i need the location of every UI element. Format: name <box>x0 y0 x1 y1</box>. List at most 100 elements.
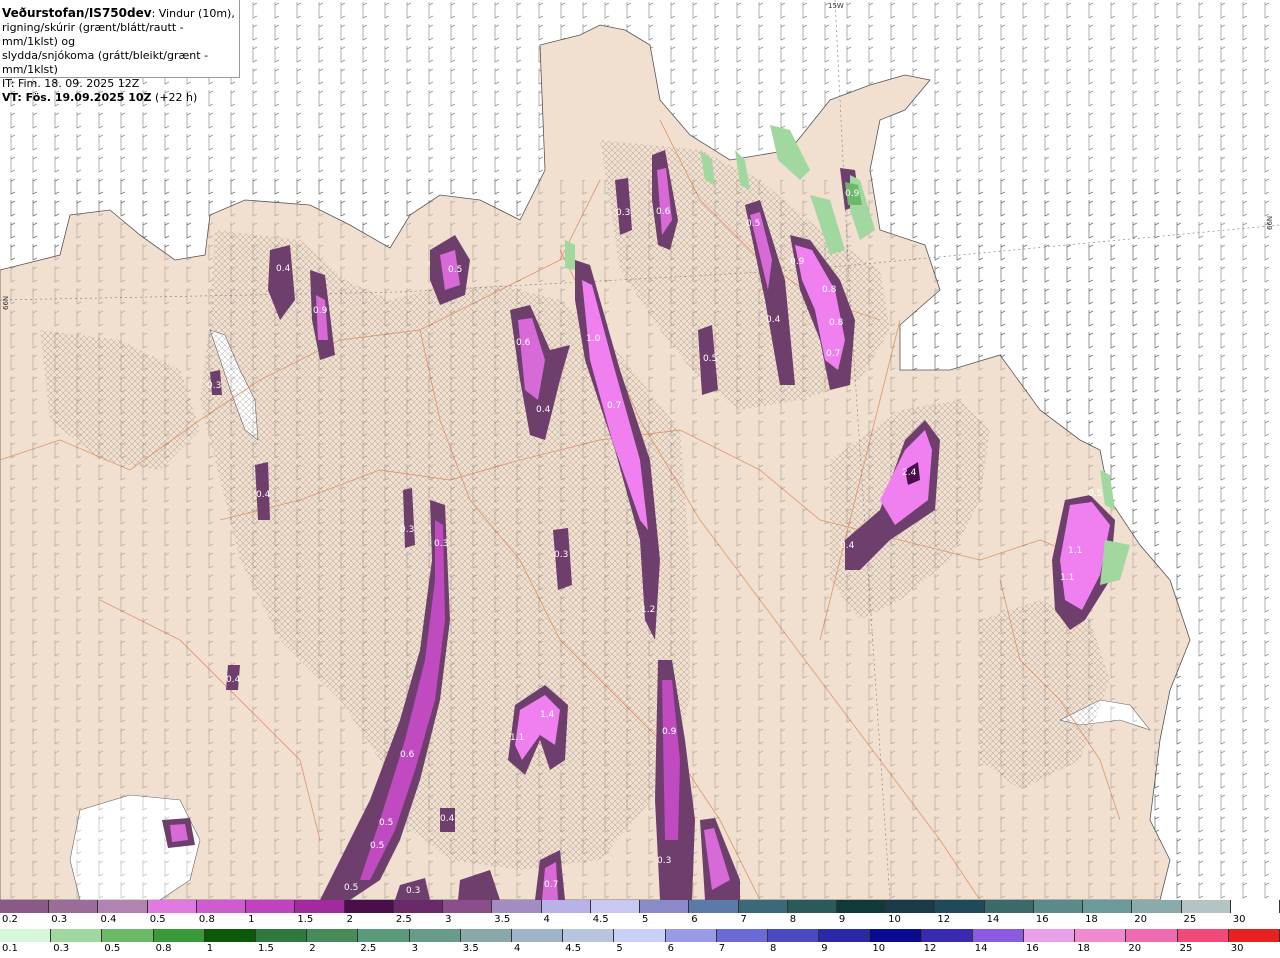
legend-swatch <box>984 900 1034 913</box>
legend-swatch <box>972 929 1025 942</box>
legend-label: 0.5 <box>104 943 121 954</box>
legend-swatch <box>787 900 837 913</box>
legend-swatch <box>147 900 197 913</box>
value-label: 1.2 <box>641 605 655 615</box>
value-label: 1.1 <box>1060 573 1074 583</box>
legend-label: 2 <box>346 914 353 925</box>
legend-swatch <box>98 900 148 913</box>
legend-label: 9 <box>821 943 828 954</box>
grid-label-lon: 15W <box>828 2 844 10</box>
rain-legend-swatches <box>0 929 1280 942</box>
value-label: 0.7 <box>544 880 558 890</box>
legend-label: 18 <box>1077 943 1090 954</box>
legend-swatch <box>1132 900 1182 913</box>
legend-label: 0.1 <box>2 943 18 954</box>
legend-label: 2.5 <box>395 914 412 925</box>
grid-label-lat-right: 66N <box>1266 216 1274 230</box>
legend-label: 12 <box>923 943 937 954</box>
value-label: 0.4 <box>276 264 291 274</box>
legend-swatch <box>541 900 591 913</box>
value-label: 0.3 <box>406 886 420 896</box>
legend-swatch <box>196 900 247 913</box>
value-label: 0.9 <box>790 257 805 267</box>
value-label: 0.3 <box>400 525 414 535</box>
value-label: 0.4 <box>766 315 781 325</box>
value-label: 0.5 <box>370 841 384 851</box>
legend-swatch <box>563 929 615 942</box>
legend-label: 3.5 <box>494 914 511 925</box>
legend-swatch <box>307 929 359 942</box>
legend-swatch <box>204 929 257 942</box>
legend-label: 1.5 <box>297 914 314 925</box>
legend-swatch <box>512 929 564 942</box>
legend-swatch <box>1177 929 1229 942</box>
initial-time: IT: Fim. 18. 09. 2025 12Z <box>2 77 140 90</box>
legend-swatch <box>1033 900 1084 913</box>
legend-swatch <box>1181 900 1231 913</box>
value-label: 0.4 <box>840 541 855 551</box>
legend-swatch <box>409 929 461 942</box>
legend-label: 0.3 <box>53 943 70 954</box>
legend-label: 10 <box>888 914 901 925</box>
legend-label: 8 <box>789 914 797 925</box>
legend-label: 20 <box>1128 943 1142 954</box>
legend-label: 6 <box>667 943 674 954</box>
legend-label: 0.2 <box>2 914 18 925</box>
rain-patch <box>565 240 575 270</box>
legend-swatch <box>246 900 296 913</box>
value-label: 0.5 <box>703 354 717 364</box>
value-label: 0.4 <box>440 814 455 824</box>
value-label: 0.3 <box>554 550 568 560</box>
precipitation-map: 15W 66N 66N 0.5 0.3 0.6 0.5 0.9 0.8 0.8 … <box>0 0 1280 900</box>
legend-label: 9 <box>838 914 846 925</box>
legend-label: 25 <box>1183 914 1197 925</box>
legend-swatch <box>51 929 103 942</box>
legend-swatch <box>819 929 871 942</box>
legend-swatch <box>614 929 666 942</box>
value-label: 0.5 <box>448 265 462 275</box>
snow-legend-labels: 0.2 0.3 0.4 0.5 0.8 1 1.5 2 2.5 3 3.5 4 4.5 5 6 7 8 9 10 12… <box>0 914 1280 928</box>
value-label: 0.3 <box>616 208 630 218</box>
legend-swatch <box>738 900 788 913</box>
value-label: 0.3 <box>657 856 671 866</box>
legend-swatch <box>0 900 50 913</box>
value-label: 1.1 <box>1068 546 1082 556</box>
legend-label: 2 <box>309 943 316 954</box>
value-label: 1.1 <box>510 733 524 743</box>
legend-label: 3 <box>411 943 418 954</box>
value-label: 1.0 <box>586 334 601 344</box>
value-label: 0.8 <box>829 318 844 328</box>
value-label: 0.3 <box>207 381 221 391</box>
legend-label: 7 <box>718 943 726 954</box>
value-label: 0.5 <box>746 219 760 229</box>
valid-time-line: VT: Fös. 19.09.2025 10Z (+22 h) <box>2 91 239 105</box>
legend-label: 5 <box>616 943 623 954</box>
legend-label: 10 <box>872 943 886 954</box>
legend-swatch <box>0 929 52 942</box>
legend-swatch <box>870 929 922 942</box>
value-label: 0.6 <box>656 207 671 217</box>
legend-label: 1 <box>206 943 214 954</box>
legend-swatch <box>689 900 739 913</box>
value-label: 0.5 <box>379 818 393 828</box>
legend-label: 2.5 <box>360 943 377 954</box>
legend-swatch <box>590 900 641 913</box>
snow-legend: 0.2 0.3 0.4 0.5 0.8 1 1.5 2 2.5 3 3.5 4 4.5 5 6 7 8 9 10 12… <box>0 900 1280 929</box>
legend-label: 3 <box>445 914 452 925</box>
legend-label: 4 <box>543 914 550 925</box>
legend-swatch <box>344 900 394 913</box>
legend-label: 30 <box>1232 914 1246 925</box>
forecast-info-box: Veðurstofan/IS750dev: Vindur (10m), rign… <box>0 0 240 104</box>
legend-label: 14 <box>986 914 1000 925</box>
value-label: 0.9 <box>313 306 328 316</box>
legend-label: 25 <box>1179 943 1193 954</box>
legend-label: 0.5 <box>149 914 166 925</box>
snow-legend-swatches <box>0 900 1280 913</box>
legend-swatch <box>492 900 542 913</box>
forecast-title: Veðurstofan/IS750dev <box>2 6 152 20</box>
legend-swatch <box>49 900 99 913</box>
legend-swatch <box>921 929 973 942</box>
forecast-title-line: Veðurstofan/IS750dev: Vindur (10m), <box>2 6 239 21</box>
legend-swatch <box>665 929 717 942</box>
value-label: 0.5 <box>344 883 358 893</box>
